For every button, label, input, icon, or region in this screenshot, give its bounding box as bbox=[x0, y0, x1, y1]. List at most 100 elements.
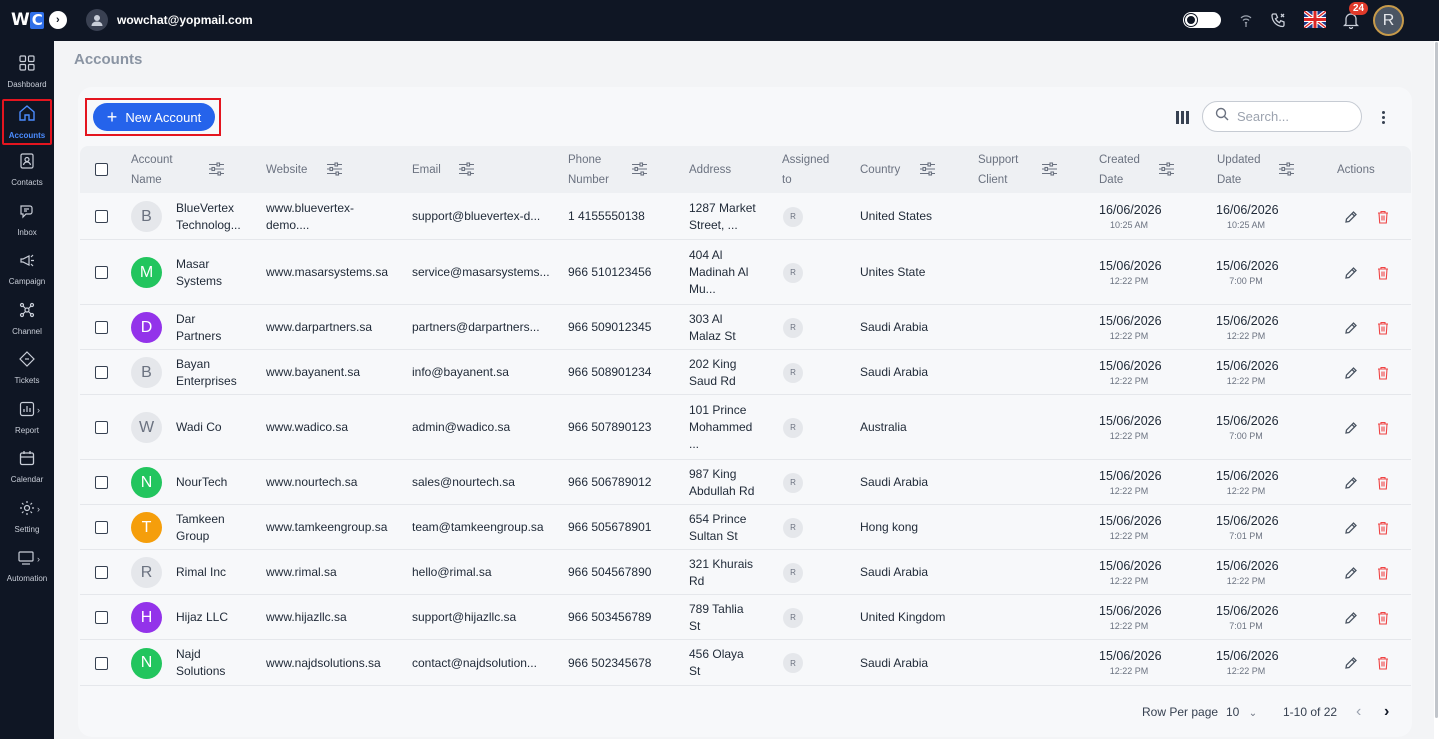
delete-icon[interactable] bbox=[1377, 210, 1391, 224]
account-name[interactable]: BlueVertex Technolog... bbox=[176, 193, 241, 240]
filter-icon[interactable] bbox=[459, 162, 474, 176]
theme-toggle[interactable] bbox=[1183, 12, 1221, 28]
edit-icon[interactable] bbox=[1344, 321, 1358, 335]
app-logo[interactable]: WC › bbox=[11, 10, 67, 30]
sidebar-item-campaign[interactable]: Campaign bbox=[0, 246, 54, 292]
delete-icon[interactable] bbox=[1377, 421, 1391, 435]
account-name[interactable]: Dar Partners bbox=[176, 305, 221, 350]
delete-icon[interactable] bbox=[1377, 266, 1391, 280]
filter-icon[interactable] bbox=[1279, 162, 1294, 176]
row-checkbox[interactable] bbox=[95, 421, 108, 434]
sidebar-item-report[interactable]: › Report bbox=[0, 395, 54, 441]
filter-icon[interactable] bbox=[1159, 162, 1174, 176]
table-row[interactable]: D Dar Partners www.darpartners.sa partners@d… bbox=[80, 305, 1411, 350]
prev-page-icon[interactable]: ‹ bbox=[1356, 703, 1361, 721]
account-name[interactable]: Bayan Enterprises bbox=[176, 350, 237, 395]
email[interactable]: info@bayanent.sa bbox=[412, 350, 509, 395]
next-page-icon[interactable]: › bbox=[1384, 703, 1389, 721]
phone-icon[interactable] bbox=[1268, 10, 1288, 30]
header-country[interactable]: Country bbox=[860, 146, 900, 193]
sidebar-item-channel[interactable]: Channel bbox=[0, 296, 54, 342]
account-name[interactable]: NourTech bbox=[176, 460, 227, 505]
search-input[interactable] bbox=[1237, 109, 1347, 124]
row-checkbox[interactable] bbox=[95, 210, 108, 223]
row-checkbox[interactable] bbox=[95, 566, 108, 579]
uk-flag-icon[interactable] bbox=[1302, 9, 1328, 30]
rows-per-page-select[interactable]: 10 ⌄ bbox=[1226, 705, 1257, 719]
filter-icon[interactable] bbox=[327, 162, 342, 176]
table-row[interactable]: N Najd Solutions www.najdsolutions.sa contac… bbox=[80, 640, 1411, 686]
profile-avatar[interactable]: R bbox=[1373, 5, 1404, 36]
table-row[interactable]: H Hijaz LLC www.hijazllc.sa support@hijazll… bbox=[80, 595, 1411, 640]
row-checkbox[interactable] bbox=[95, 321, 108, 334]
table-row[interactable]: B BlueVertex Technolog... www.bluevertex-de… bbox=[80, 193, 1411, 240]
header-email[interactable]: Email bbox=[412, 146, 441, 193]
assigned-avatar[interactable]: R bbox=[783, 262, 803, 283]
columns-icon[interactable] bbox=[1173, 108, 1191, 126]
row-checkbox[interactable] bbox=[95, 656, 108, 670]
row-checkbox[interactable] bbox=[95, 521, 108, 534]
sidebar-item-automation[interactable]: › Automation bbox=[0, 544, 54, 590]
sidebar-item-contacts[interactable]: Contacts bbox=[0, 147, 54, 193]
email[interactable]: team@tamkeengroup.sa bbox=[412, 505, 544, 550]
website[interactable]: www.nourtech.sa bbox=[266, 460, 357, 505]
sidebar-item-calendar[interactable]: Calendar bbox=[0, 444, 54, 490]
header-account-name[interactable]: Account Name bbox=[131, 146, 173, 193]
header-created-date[interactable]: Created Date bbox=[1099, 146, 1140, 193]
more-options-icon[interactable] bbox=[1374, 107, 1392, 127]
email[interactable]: hello@rimal.sa bbox=[412, 550, 492, 595]
assigned-avatar[interactable]: R bbox=[783, 362, 803, 383]
website[interactable]: www.tamkeengroup.sa bbox=[266, 505, 387, 550]
sidebar-toggle-icon[interactable]: › bbox=[48, 11, 67, 29]
sidebar-item-setting[interactable]: › Setting bbox=[0, 494, 54, 540]
edit-icon[interactable] bbox=[1344, 476, 1358, 490]
select-all-checkbox[interactable] bbox=[95, 163, 108, 176]
sidebar-item-dashboard[interactable]: Dashboard bbox=[0, 49, 54, 95]
delete-icon[interactable] bbox=[1377, 566, 1391, 580]
header-phone-number[interactable]: Phone Number bbox=[568, 146, 609, 193]
row-checkbox[interactable] bbox=[95, 266, 108, 279]
header-support-client[interactable]: Support Client bbox=[978, 146, 1018, 193]
email[interactable]: support@bluevertex-d... bbox=[412, 193, 540, 240]
website[interactable]: www.hijazllc.sa bbox=[266, 595, 347, 640]
delete-icon[interactable] bbox=[1377, 321, 1391, 335]
email[interactable]: contact@najdsolution... bbox=[412, 640, 537, 686]
email[interactable]: sales@nourtech.sa bbox=[412, 460, 515, 505]
assigned-avatar[interactable]: R bbox=[783, 653, 803, 673]
delete-icon[interactable] bbox=[1377, 366, 1391, 380]
edit-icon[interactable] bbox=[1344, 266, 1358, 280]
account-name[interactable]: Najd Solutions bbox=[176, 640, 225, 686]
table-row[interactable]: N NourTech www.nourtech.sa sales@nourtech.s… bbox=[80, 460, 1411, 505]
table-row[interactable]: B Bayan Enterprises www.bayanent.sa info@bay… bbox=[80, 350, 1411, 395]
account-name[interactable]: Rimal Inc bbox=[176, 550, 226, 595]
account-name[interactable]: Tamkeen Group bbox=[176, 505, 225, 550]
edit-icon[interactable] bbox=[1344, 366, 1358, 380]
website[interactable]: www.wadico.sa bbox=[266, 395, 348, 460]
table-row[interactable]: T Tamkeen Group www.tamkeengroup.sa team@tam… bbox=[80, 505, 1411, 550]
assigned-avatar[interactable]: R bbox=[783, 206, 803, 227]
email[interactable]: support@hijazllc.sa bbox=[412, 595, 516, 640]
filter-icon[interactable] bbox=[209, 162, 224, 176]
edit-icon[interactable] bbox=[1344, 566, 1358, 580]
email[interactable]: partners@darpartners... bbox=[412, 305, 540, 350]
edit-icon[interactable] bbox=[1344, 611, 1358, 625]
row-checkbox[interactable] bbox=[95, 366, 108, 379]
delete-icon[interactable] bbox=[1377, 521, 1391, 535]
website[interactable]: www.najdsolutions.sa bbox=[266, 640, 381, 686]
sidebar-item-tickets[interactable]: Tickets bbox=[0, 345, 54, 391]
account-name[interactable]: Hijaz LLC bbox=[176, 595, 228, 640]
sidebar-item-inbox[interactable]: Inbox bbox=[0, 197, 54, 243]
sidebar-item-accounts[interactable]: Accounts bbox=[2, 99, 52, 145]
table-row[interactable]: M Masar Systems www.masarsystems.sa service@… bbox=[80, 240, 1411, 305]
header-website[interactable]: Website bbox=[266, 146, 307, 193]
assigned-avatar[interactable]: R bbox=[783, 607, 803, 628]
email[interactable]: admin@wadico.sa bbox=[412, 395, 510, 460]
new-account-button[interactable]: + New Account bbox=[93, 103, 215, 131]
edit-icon[interactable] bbox=[1344, 656, 1358, 670]
assigned-avatar[interactable]: R bbox=[783, 417, 803, 438]
account-name[interactable]: Masar Systems bbox=[176, 240, 222, 305]
search-box[interactable] bbox=[1202, 101, 1362, 132]
delete-icon[interactable] bbox=[1377, 611, 1391, 625]
table-row[interactable]: W Wadi Co www.wadico.sa admin@wadico.sa 966 … bbox=[80, 395, 1411, 460]
filter-icon[interactable] bbox=[632, 162, 647, 176]
